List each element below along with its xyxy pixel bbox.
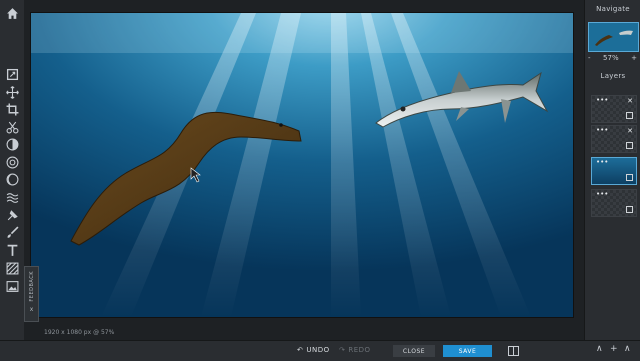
layer-item[interactable]: ••• ✕ <box>591 95 637 123</box>
adjust-icon[interactable] <box>4 155 20 169</box>
bottom-bar: ↶ UNDO ↷ REDO CLOSE SAVE ∧ + ∧ <box>0 340 640 361</box>
layer-menu-icon[interactable]: ••• <box>596 127 608 134</box>
pin-icon[interactable] <box>4 208 20 222</box>
feedback-close-icon[interactable]: x <box>30 306 34 313</box>
layer-menu-icon[interactable]: ••• <box>596 159 608 166</box>
close-button[interactable]: CLOSE <box>393 345 435 357</box>
zoom-out-button[interactable]: - <box>588 54 591 62</box>
text-icon[interactable] <box>4 243 20 257</box>
home-icon[interactable] <box>4 6 20 20</box>
image-canvas[interactable] <box>30 12 574 318</box>
navigator-thumbnail[interactable] <box>588 22 639 52</box>
collapse-chevron-icon[interactable]: ∧ <box>624 345 631 354</box>
undo-button[interactable]: ↶ UNDO <box>297 346 330 354</box>
crop-icon[interactable] <box>4 102 20 116</box>
image-icon[interactable] <box>4 279 20 293</box>
move-icon[interactable] <box>4 85 20 99</box>
layer-delete-icon[interactable]: ✕ <box>627 98 633 105</box>
layer-visibility-checkbox[interactable] <box>626 142 633 149</box>
layer-visibility-checkbox[interactable] <box>626 174 633 181</box>
filter-icon[interactable] <box>4 137 20 151</box>
canvas-dimensions: 1920 x 1080 px @ 57% <box>44 329 115 336</box>
panel-toggle-icon[interactable] <box>508 346 519 356</box>
redo-button[interactable]: ↷ REDO <box>339 346 371 354</box>
feedback-label: FEEDBACK <box>28 271 35 302</box>
navigate-title: Navigate <box>596 5 630 13</box>
save-button[interactable]: SAVE <box>443 345 492 357</box>
right-panel: Navigate - 57% + Layers ••• ✕ ••• ✕ ••• … <box>584 0 640 340</box>
layer-visibility-checkbox[interactable] <box>626 112 633 119</box>
workspace: 1920 x 1080 px @ 57% <box>24 0 584 340</box>
layer-delete-icon[interactable]: ✕ <box>627 128 633 135</box>
layers-title: Layers <box>600 72 626 80</box>
undo-icon: ↶ <box>297 346 304 354</box>
undo-label: UNDO <box>306 346 330 354</box>
underwater-scene <box>31 13 573 317</box>
layer-item[interactable]: ••• ✕ <box>591 125 637 153</box>
brush-icon[interactable] <box>4 225 20 239</box>
redo-icon: ↷ <box>339 346 346 354</box>
zoom-level: 57% <box>603 54 619 62</box>
frame-icon[interactable] <box>4 190 20 204</box>
left-toolbar <box>0 0 25 356</box>
texture-icon[interactable] <box>4 261 20 275</box>
layer-visibility-checkbox[interactable] <box>626 206 633 213</box>
zoom-in-button[interactable]: + <box>631 54 637 62</box>
layer-item[interactable]: ••• <box>591 189 637 217</box>
layer-menu-icon[interactable]: ••• <box>596 97 608 104</box>
layer-item-selected[interactable]: ••• <box>591 157 637 185</box>
effects-icon[interactable] <box>4 172 20 186</box>
resize-icon[interactable] <box>4 67 20 81</box>
feedback-tab[interactable]: FEEDBACK x <box>24 266 39 322</box>
cut-icon[interactable] <box>4 120 20 134</box>
redo-label: REDO <box>348 346 371 354</box>
zoom-controls: - 57% + <box>588 54 637 62</box>
layer-menu-icon[interactable]: ••• <box>596 191 608 198</box>
add-layer-icon[interactable]: + <box>610 345 618 354</box>
chevron-up-icon[interactable]: ∧ <box>596 345 603 354</box>
